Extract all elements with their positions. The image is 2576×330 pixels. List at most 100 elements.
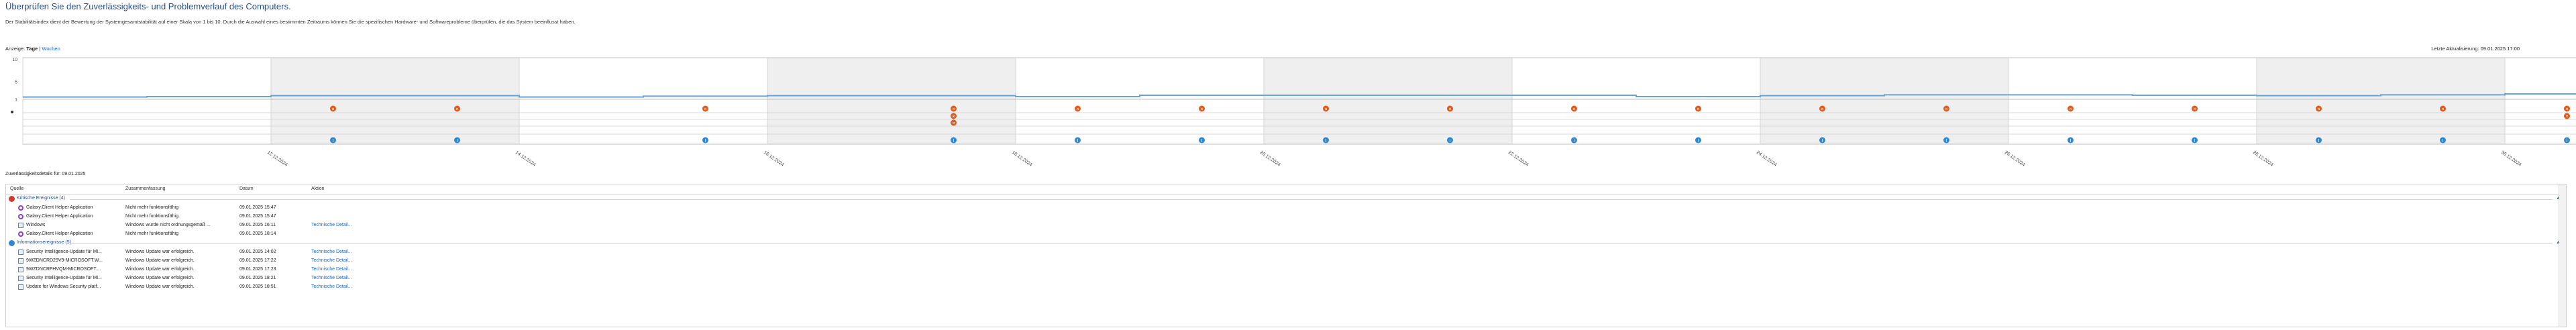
week-band: [1264, 58, 1512, 144]
cell-action-link[interactable]: Technische Detail...: [311, 284, 352, 289]
cell-date: 09.01.2025 17:22: [239, 258, 276, 263]
cell-date: 09.01.2025 16:11: [239, 223, 276, 227]
update-icon: [18, 276, 23, 281]
cell-date: 09.01.2025 15:47: [239, 214, 276, 219]
date-label: 30.12.2024: [2500, 150, 2522, 168]
details-summary: Zuverlässigkeitsdetails für: 09.01.2025: [5, 172, 86, 176]
table-row[interactable]: Galaxy.Client Helper Application Nicht m…: [6, 213, 2566, 221]
page-description: Der Stabilitätsindex dient der Bewertung…: [5, 19, 576, 25]
cell-source: 9WZDNCRD29V9-MICROSOFT.W...: [26, 258, 103, 263]
application-error-marker-glyph: ×: [1945, 108, 1948, 112]
application-error-marker-glyph: ×: [2070, 108, 2072, 112]
reliability-chart[interactable]: 1051××××××××××××××××××××××××××××××××××ii…: [0, 55, 2576, 169]
cell-summary: Windows wurde nicht ordnungsgemäß ...: [125, 223, 211, 227]
application-error-marker-glyph: ×: [2442, 108, 2445, 112]
application-error-marker-glyph: ×: [1077, 108, 1079, 112]
update-icon: [18, 223, 23, 228]
table-row[interactable]: Update for Windows Security platf... Win…: [6, 283, 2566, 291]
cell-source: Windows: [26, 223, 46, 227]
cell-summary: Windows Update war erfolgreich.: [125, 250, 195, 254]
date-label: 12.12.2024: [266, 150, 288, 168]
application-error-marker-glyph: ×: [2318, 108, 2320, 112]
details-scrollbar[interactable]: [2559, 184, 2566, 327]
date-label: 20.12.2024: [1259, 150, 1281, 168]
cell-source: Security Intelligence-Update für Mi...: [26, 250, 102, 254]
week-band: [767, 58, 1016, 144]
cell-summary: Windows Update war erfolgreich.: [125, 284, 195, 289]
col-date[interactable]: Datum: [239, 186, 254, 191]
table-row[interactable]: 9WZDNCRD29V9-MICROSOFT.W... Windows Upda…: [6, 257, 2566, 265]
application-error-marker-glyph: ×: [2566, 108, 2569, 112]
application-error-marker-glyph: ×: [1821, 108, 1824, 112]
cell-summary: Nicht mehr funktionsfähig: [125, 205, 178, 210]
week-band: [2257, 58, 2505, 144]
date-label: 26.12.2024: [2004, 150, 2026, 168]
cell-action-link[interactable]: Technische Detail...: [311, 258, 352, 263]
application-error-marker-glyph: ×: [456, 108, 459, 112]
misc-error-marker-glyph: ×: [953, 122, 955, 126]
cell-date: 09.01.2025 18:21: [239, 276, 276, 280]
update-icon: [18, 267, 23, 272]
view-switcher: Anzeige: Tage | Wochen: [5, 46, 60, 52]
table-row[interactable]: 9WZDNCRFHVQM-MICROSOFT.... Windows Updat…: [6, 266, 2566, 274]
table-row[interactable]: Galaxy.Client Helper Application Nicht m…: [6, 230, 2566, 238]
cell-action-link[interactable]: Technische Detail...: [311, 267, 352, 272]
y-tick-label: 1: [15, 98, 17, 103]
cell-action-link[interactable]: Technische Detail...: [311, 223, 352, 227]
event-group-header[interactable]: Kritische Ereignisse (4) ▲: [6, 195, 2566, 203]
date-label: 28.12.2024: [2252, 150, 2274, 168]
cell-summary: Windows Update war erfolgreich.: [125, 258, 195, 263]
cell-source: Galaxy.Client Helper Application: [26, 231, 93, 236]
date-label: 14.12.2024: [515, 150, 537, 168]
app-icon: [18, 214, 23, 219]
application-error-marker-glyph: ×: [2194, 108, 2196, 112]
update-icon: [18, 250, 23, 255]
application-error-marker-glyph: ×: [1201, 108, 1203, 112]
cell-source: 9WZDNCRFHVQM-MICROSOFT....: [26, 267, 101, 272]
app-icon: [18, 205, 23, 211]
date-label: 24.12.2024: [1756, 150, 1778, 168]
table-row[interactable]: Security Intelligence-Update für Mi... W…: [6, 248, 2566, 256]
y-tick-label: 5: [15, 80, 17, 85]
table-row[interactable]: Security Intelligence-Update für Mi... W…: [6, 274, 2566, 282]
cell-date: 09.01.2025 18:51: [239, 284, 276, 289]
cell-date: 09.01.2025 14:02: [239, 250, 276, 254]
cell-date: 09.01.2025 15:47: [239, 205, 276, 210]
cell-summary: Windows Update war erfolgreich.: [125, 276, 195, 280]
col-source[interactable]: Quelle: [10, 186, 23, 191]
cell-source: Galaxy.Client Helper Application: [26, 205, 93, 210]
cell-date: 09.01.2025 17:23: [239, 267, 276, 272]
cell-date: 09.01.2025 18:14: [239, 231, 276, 236]
cell-action-link[interactable]: Technische Detail...: [311, 250, 352, 254]
table-header: Quelle Zusammenfassung Datum Aktion: [6, 184, 2566, 195]
application-error-marker-glyph: ×: [1449, 108, 1452, 112]
application-error-marker-glyph: ×: [1573, 108, 1576, 112]
view-weeks-link[interactable]: Wochen: [42, 46, 60, 52]
cell-summary: Nicht mehr funktionsfähig: [125, 214, 178, 219]
col-summary[interactable]: Zusammenfassung: [125, 186, 166, 191]
group-label: Informationsereignisse (5): [17, 240, 71, 245]
week-band: [271, 58, 519, 144]
table-row[interactable]: Windows Windows wurde nicht ordnungsgemä…: [6, 221, 2566, 229]
view-days-link[interactable]: Tage: [26, 46, 38, 52]
y-tick-label: 10: [12, 58, 17, 62]
date-label: 22.12.2024: [1507, 150, 1529, 168]
cell-action-link[interactable]: Technische Detail...: [311, 276, 352, 280]
windows-error-marker-glyph: ×: [2566, 115, 2569, 119]
application-error-marker-glyph: ×: [332, 108, 335, 112]
group-label: Kritische Ereignisse (4): [17, 196, 65, 201]
update-icon: [18, 258, 23, 264]
group-icon: [9, 240, 15, 246]
group-icon: [9, 196, 15, 202]
update-icon: [18, 284, 23, 290]
date-label: 18.12.2024: [1011, 150, 1033, 168]
event-group-header[interactable]: Informationsereignisse (5) ▲: [6, 239, 2566, 248]
cell-source: Update for Windows Security platf...: [26, 284, 101, 289]
windows-error-marker-glyph: ×: [953, 115, 955, 119]
col-action[interactable]: Aktion: [311, 186, 324, 191]
row-indicator: [11, 111, 13, 113]
view-separator: |: [39, 46, 41, 52]
app-icon: [18, 231, 23, 237]
date-label: 16.12.2024: [763, 150, 785, 168]
table-row[interactable]: Galaxy.Client Helper Application Nicht m…: [6, 204, 2566, 212]
